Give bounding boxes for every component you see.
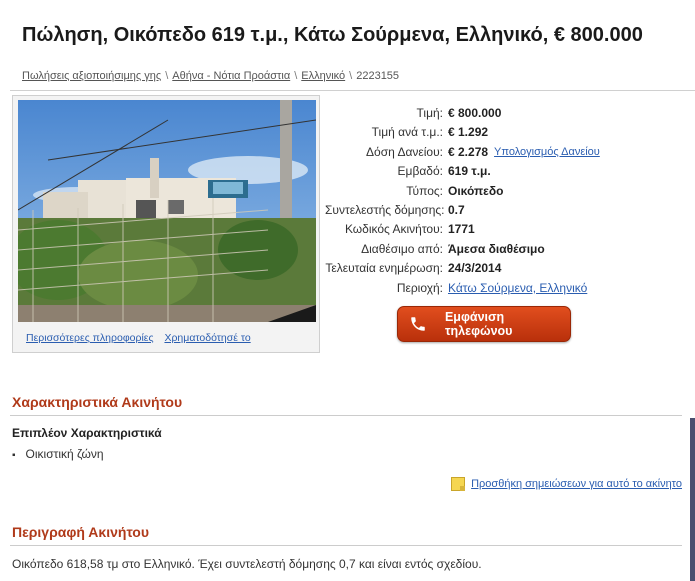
price-label: Τιμή: — [416, 106, 443, 120]
detail-row-area: Εμβαδό: 619 τ.μ. — [325, 162, 600, 181]
detail-row-coefficient: Συντελεστής δόμησης: 0.7 — [325, 201, 600, 220]
detail-row-price-per-sqm: Τιμή ανά τ.μ.: € 1.292 — [325, 123, 600, 142]
features-heading: Χαρακτηριστικά Ακινήτου — [12, 394, 183, 410]
detail-row-region: Περιοχή: Κάτω Σούρμενα, Ελληνικό — [325, 279, 600, 298]
breadcrumb-separator: \ — [165, 70, 169, 82]
loan-value: € 2.278 — [448, 144, 489, 159]
breadcrumb-separator: \ — [294, 70, 298, 82]
area-value: 619 τ.μ. — [448, 164, 491, 179]
detail-row-availability: Διαθέσιμο από: Άμεσα διαθέσιμο — [325, 240, 600, 259]
property-photo[interactable] — [18, 100, 316, 322]
code-value: 1771 — [448, 222, 475, 237]
loan-calculator-link[interactable]: Υπολογισμός Δανείου — [494, 143, 600, 162]
note-icon — [451, 477, 466, 491]
property-details: Τιμή: € 800.000 Τιμή ανά τ.μ.: € 1.292 Δόσ… — [325, 104, 600, 298]
type-value: Οικόπεδο — [448, 183, 504, 198]
code-label: Κωδικός Ακινήτου: — [344, 222, 443, 237]
bullet-icon: ▪ — [12, 450, 16, 461]
coefficient-value: 0.7 — [448, 203, 465, 218]
breadcrumb-link-elliniko[interactable]: Ελληνικό — [301, 70, 345, 82]
price-per-sqm-value: € 1.292 — [448, 125, 489, 140]
more-info-link[interactable]: Περισσότερες πληροφορίες — [26, 332, 154, 344]
photo-panel: Περισσότερες πληροφορίες Χρηματοδότησέ τ… — [12, 95, 320, 353]
region-label: Περιοχή: — [396, 280, 443, 295]
description-divider — [10, 545, 682, 546]
feature-residential-zone: Οικιστική ζώνη — [25, 447, 104, 461]
header-divider — [10, 90, 695, 91]
availability-value: Άμεσα διαθέσιμο — [448, 241, 545, 256]
feature-list-item: ▪ Οικιστική ζώνη — [12, 447, 104, 461]
availability-label: Διαθέσιμο από: — [361, 241, 443, 256]
add-notes-link[interactable]: Προσθήκη σημειώσεων για αυτό το ακίνητο — [471, 478, 682, 490]
breadcrumb: Πωλήσεις αξιοποιήσιμης γης \ Αθήνα - Νότια… — [22, 70, 399, 82]
breadcrumb-separator: \ — [349, 70, 353, 82]
page-edge-strip — [690, 418, 695, 581]
detail-row-price: Τιμή: € 800.000 — [325, 104, 600, 123]
add-notes-link-container: Προσθήκη σημειώσεων για αυτό το ακίνητο — [451, 477, 682, 491]
area-label: Εμβαδό: — [397, 164, 443, 179]
phone-icon — [406, 311, 431, 337]
breadcrumb-link-land-sales[interactable]: Πωλήσεις αξιοποιήσιμης γης — [22, 70, 161, 82]
breadcrumb-current-id: 2223155 — [356, 70, 400, 82]
updated-label: Τελευταία ενημέρωση: — [325, 261, 443, 276]
type-label: Τύπος: — [406, 183, 443, 198]
detail-row-code: Κωδικός Ακινήτου: 1771 — [325, 220, 600, 239]
detail-row-type: Τύπος: Οικόπεδο — [325, 182, 600, 201]
show-phone-label: Εμφάνιση τηλεφώνου — [444, 310, 513, 338]
finance-link[interactable]: Χρηματοδότησέ το — [164, 332, 250, 344]
description-heading: Περιγραφή Ακινήτου — [12, 524, 149, 540]
breadcrumb-link-athens-south[interactable]: Αθήνα - Νότια Προάστια — [172, 70, 290, 82]
detail-row-updated: Τελευταία ενημέρωση: 24/3/2014 — [325, 259, 600, 278]
extra-features-subheading: Επιπλέον Χαρακτηριστικά — [12, 426, 162, 440]
detail-row-loan: Δόση Δανείου: € 2.278 Υπολογισμός Δανείου — [325, 143, 600, 162]
photo-links: Περισσότερες πληροφορίες Χρηματοδότησέ τ… — [26, 332, 259, 344]
show-phone-button[interactable]: Εμφάνιση τηλεφώνου — [397, 306, 571, 342]
description-text: Οικόπεδο 618,58 τμ στο Ελληνικό. Έχει συ… — [12, 557, 482, 571]
updated-value: 24/3/2014 — [448, 261, 502, 276]
page-title: Πώληση, Οικόπεδο 619 τ.μ., Κάτω Σούρμενα… — [22, 24, 643, 46]
coefficient-label: Συντελεστής δόμησης: — [325, 203, 445, 218]
region-link[interactable]: Κάτω Σούρμενα, Ελληνικό — [448, 281, 587, 295]
features-divider — [10, 415, 682, 416]
price-per-sqm-label: Τιμή ανά τ.μ.: — [371, 125, 443, 140]
loan-label: Δόση Δανείου: — [366, 144, 443, 159]
price-value: € 800.000 — [448, 106, 502, 120]
